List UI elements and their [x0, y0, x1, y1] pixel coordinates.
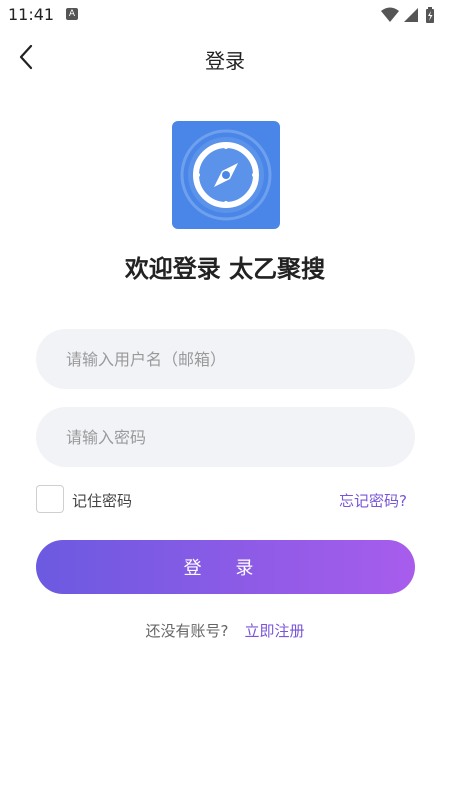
notification-icon: A: [66, 8, 78, 20]
remember-password-label: 记住密码: [72, 492, 133, 510]
wifi-icon: [381, 7, 399, 22]
notification-icon-letter: A: [68, 9, 76, 19]
register-link[interactable]: 立即注册: [244, 622, 304, 640]
password-field-container: [36, 407, 415, 467]
login-button[interactable]: 登 录: [36, 540, 415, 594]
username-input[interactable]: [36, 329, 415, 389]
no-account-text: 还没有账号?: [145, 622, 229, 640]
remember-password-checkbox[interactable]: [36, 485, 64, 513]
welcome-title: 欢迎登录 太乙聚搜: [124, 255, 326, 283]
forgot-password-link[interactable]: 忘记密码?: [339, 490, 407, 511]
password-input[interactable]: [36, 407, 415, 467]
battery-icon: [426, 7, 434, 23]
status-bar: 11:41 A: [0, 0, 450, 30]
register-row: 还没有账号? 立即注册: [0, 620, 450, 641]
username-field-container: [36, 329, 415, 389]
status-time: 11:41: [8, 5, 55, 24]
status-icons: [380, 6, 442, 24]
compass-icon: [180, 129, 272, 221]
navbar: 登录: [0, 35, 450, 79]
app-logo: [172, 121, 280, 229]
page-title: 登录: [205, 49, 245, 73]
signal-icon: [404, 8, 418, 22]
